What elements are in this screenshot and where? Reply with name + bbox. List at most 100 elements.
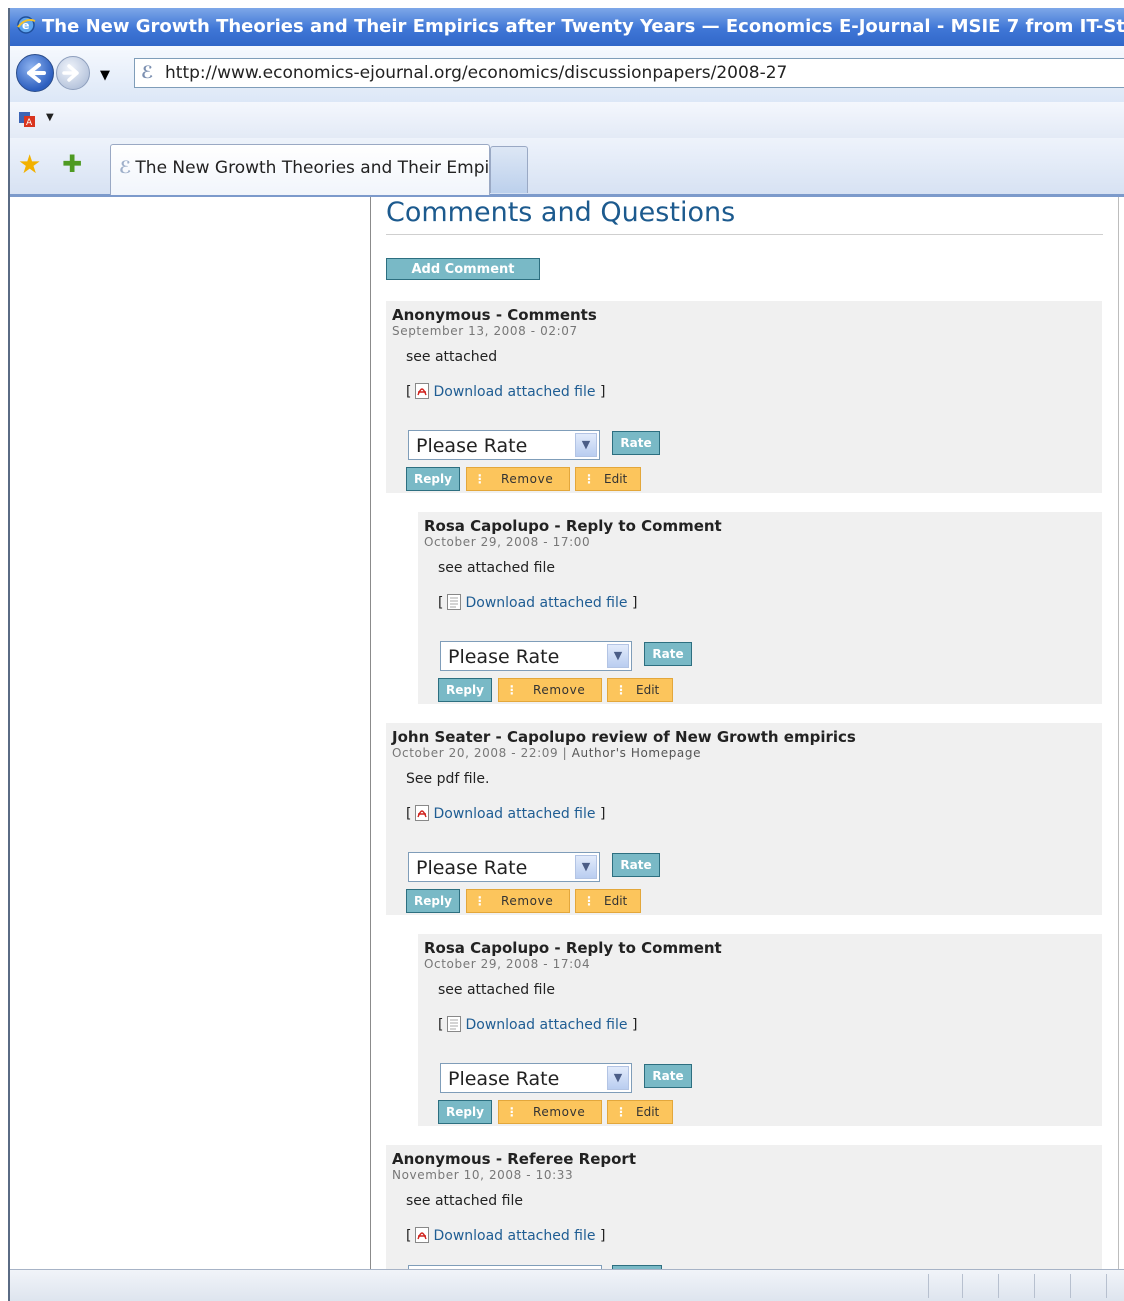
- rating-select[interactable]: Please Rate ▼: [408, 430, 600, 460]
- remove-button[interactable]: ⋮ Remove: [498, 678, 602, 702]
- navigation-bar: ▼ ℰhttp://www.economics-ejournal.org/eco…: [10, 46, 1124, 103]
- download-link[interactable]: Download attached file: [433, 806, 595, 822]
- translate-icon[interactable]: A: [18, 110, 36, 128]
- author-homepage-link[interactable]: Author's Homepage: [572, 746, 701, 760]
- remove-button[interactable]: ⋮ Remove: [498, 1100, 602, 1124]
- rating-select-value: Please Rate: [448, 1068, 560, 1090]
- reply-button[interactable]: Reply: [438, 678, 492, 702]
- dots-icon: ⋮: [505, 1105, 519, 1119]
- new-tab-button[interactable]: [490, 146, 528, 193]
- content-edge: [1118, 197, 1119, 1269]
- status-divider: [1106, 1274, 1107, 1298]
- download-link[interactable]: Download attached file: [465, 1017, 627, 1033]
- chevron-down-icon: ▼: [607, 644, 629, 668]
- download-attachment: [Download attached file ]: [406, 383, 606, 400]
- remove-button[interactable]: ⋮ Remove: [466, 467, 570, 491]
- page-title: Comments and Questions: [386, 197, 736, 228]
- comment-body: see attached file: [438, 560, 555, 576]
- rate-button[interactable]: Rate: [644, 1064, 692, 1088]
- dots-icon: ⋮: [583, 894, 595, 908]
- comment-date-text: October 20, 2008 - 22:09 |: [392, 746, 572, 760]
- tab-active[interactable]: ℰ The New Growth Theories and Their Empir…: [110, 144, 490, 195]
- download-attachment: [Download attached file ]: [406, 805, 606, 822]
- dots-icon: ⋮: [505, 683, 519, 697]
- add-comment-button[interactable]: Add Comment: [386, 258, 540, 280]
- edit-button[interactable]: ⋮ Edit: [575, 889, 641, 913]
- back-arrow-icon: [27, 63, 46, 83]
- edit-label: Edit: [636, 1105, 660, 1119]
- comment-date: October 20, 2008 - 22:09 | Author's Home…: [392, 746, 701, 760]
- comment-title: John Seater - Capolupo review of New Gro…: [392, 728, 856, 746]
- comment-item: Rosa Capolupo - Reply to Comment October…: [418, 934, 1102, 1126]
- comment-date: October 29, 2008 - 17:04: [424, 957, 591, 971]
- add-favorite-icon[interactable]: ✚: [62, 150, 82, 178]
- chevron-down-icon: ▼: [607, 1066, 629, 1090]
- page-content: Comments and Questions Add Comment Anony…: [10, 197, 1124, 1274]
- pdf-icon: [415, 383, 430, 399]
- edit-button[interactable]: ⋮ Edit: [575, 467, 641, 491]
- rating-select-value: Please Rate: [416, 857, 528, 879]
- address-bar[interactable]: ℰhttp://www.economics-ejournal.org/econo…: [134, 58, 1124, 88]
- comment-item: John Seater - Capolupo review of New Gro…: [386, 723, 1102, 915]
- download-attachment: [Download attached file ]: [406, 1227, 606, 1244]
- rating-select[interactable]: Please Rate ▼: [440, 1063, 632, 1093]
- ie-logo-icon: e: [17, 16, 36, 34]
- rate-button[interactable]: Rate: [644, 642, 692, 666]
- status-divider: [998, 1274, 999, 1298]
- remove-label: Remove: [501, 894, 554, 908]
- download-link[interactable]: Download attached file: [433, 1228, 595, 1244]
- rate-button[interactable]: Rate: [612, 431, 660, 455]
- favorites-star-icon[interactable]: ★: [18, 150, 41, 180]
- rating-select-value: Please Rate: [416, 435, 528, 457]
- page-icon: ℰ: [119, 158, 132, 178]
- dots-icon: ⋮: [615, 683, 627, 697]
- back-button[interactable]: [16, 54, 54, 92]
- download-link[interactable]: Download attached file: [433, 384, 595, 400]
- tab-row: ★ ✚ ℰ The New Growth Theories and Their E…: [10, 138, 1124, 197]
- column-divider: [370, 197, 371, 1269]
- browser-window: e The New Growth Theories and Their Empi…: [8, 8, 1124, 1301]
- download-link[interactable]: Download attached file: [465, 595, 627, 611]
- svg-text:A: A: [26, 118, 33, 128]
- dots-icon: ⋮: [583, 472, 595, 486]
- remove-button[interactable]: ⋮ Remove: [466, 889, 570, 913]
- status-divider: [1070, 1274, 1071, 1298]
- comment-body: see attached: [406, 349, 498, 365]
- comment-date: September 13, 2008 - 02:07: [392, 324, 578, 338]
- chevron-down-icon: ▼: [575, 433, 597, 457]
- rating-select[interactable]: Please Rate ▼: [408, 852, 600, 882]
- rate-button[interactable]: Rate: [612, 853, 660, 877]
- heading-divider: [386, 234, 1103, 235]
- edit-label: Edit: [636, 683, 660, 697]
- comment-item: Rosa Capolupo - Reply to Comment October…: [418, 512, 1102, 704]
- reply-button[interactable]: Reply: [406, 467, 460, 491]
- dots-icon: ⋮: [473, 472, 487, 486]
- document-icon: [447, 1016, 462, 1032]
- forward-arrow-icon: [62, 64, 79, 82]
- document-icon: [447, 594, 462, 610]
- dropdown-arrow-icon[interactable]: ▼: [46, 112, 54, 123]
- edit-button[interactable]: ⋮ Edit: [607, 1100, 673, 1124]
- edit-button[interactable]: ⋮ Edit: [607, 678, 673, 702]
- tab-label: The New Growth Theories and Their Empir.…: [135, 158, 490, 178]
- pdf-icon: [415, 805, 430, 821]
- status-divider: [1034, 1274, 1035, 1298]
- status-divider: [928, 1274, 929, 1298]
- forward-button[interactable]: [56, 56, 90, 90]
- window-title: The New Growth Theories and Their Empiri…: [42, 16, 1124, 37]
- pdf-icon: [415, 1227, 430, 1243]
- remove-label: Remove: [501, 472, 554, 486]
- comment-body: see attached file: [438, 982, 555, 998]
- dots-icon: ⋮: [473, 894, 487, 908]
- chevron-down-icon: ▼: [575, 855, 597, 879]
- download-attachment: [Download attached file ]: [438, 1016, 638, 1033]
- history-dropdown-icon[interactable]: ▼: [100, 68, 110, 83]
- comment-date: October 29, 2008 - 17:00: [424, 535, 591, 549]
- edit-label: Edit: [604, 472, 628, 486]
- remove-label: Remove: [533, 1105, 586, 1119]
- reply-button[interactable]: Reply: [406, 889, 460, 913]
- rating-select[interactable]: Please Rate ▼: [440, 641, 632, 671]
- address-url: http://www.economics-ejournal.org/econom…: [165, 63, 788, 83]
- reply-button[interactable]: Reply: [438, 1100, 492, 1124]
- comment-body: See pdf file.: [406, 771, 490, 787]
